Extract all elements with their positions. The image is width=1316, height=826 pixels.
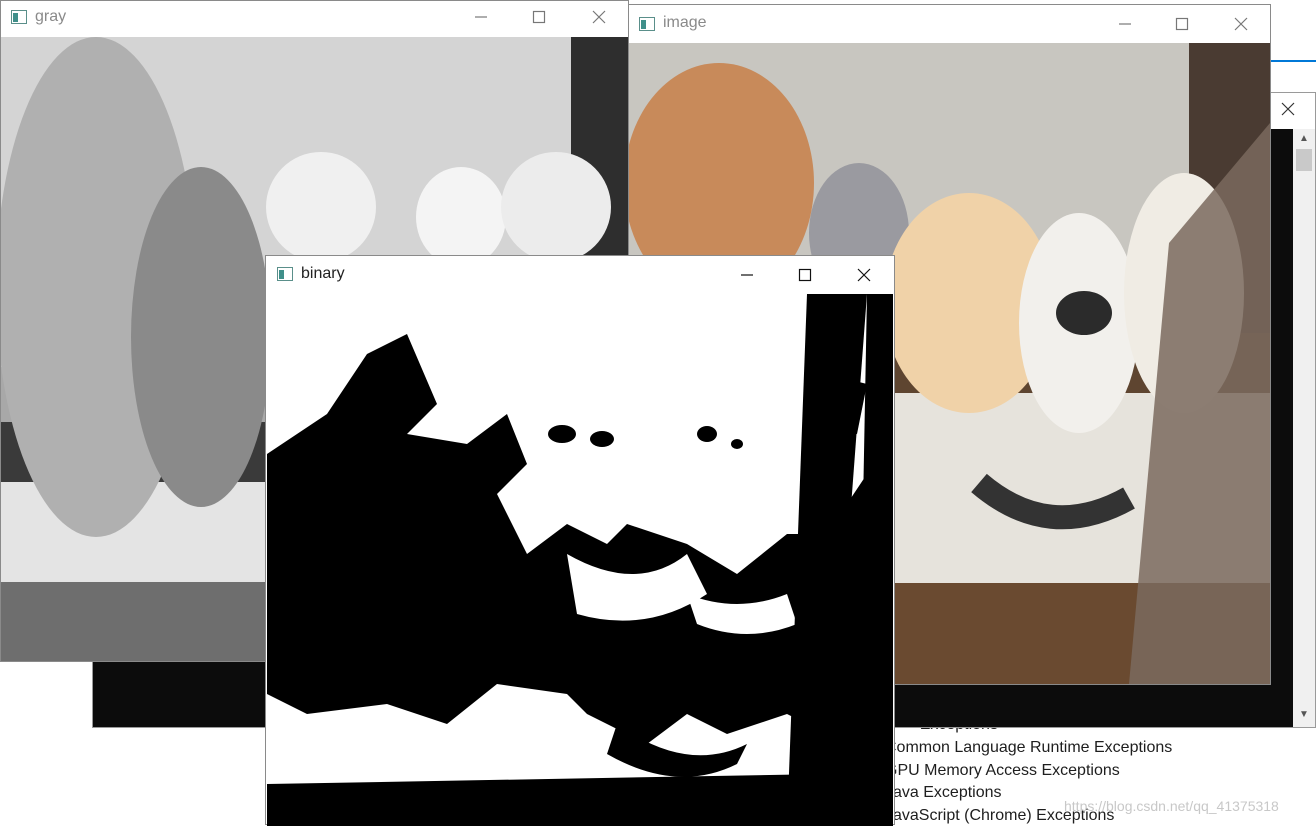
binary-window[interactable]: binary <box>265 255 895 826</box>
scroll-down-icon[interactable]: ▼ <box>1299 709 1309 720</box>
maximize-button[interactable] <box>527 5 551 29</box>
close-icon <box>857 268 871 282</box>
accent-line <box>1270 60 1316 62</box>
close-button[interactable] <box>587 5 611 29</box>
app-icon <box>277 267 293 281</box>
close-icon <box>592 10 606 24</box>
window-title: gray <box>35 8 67 25</box>
maximize-icon <box>798 268 812 282</box>
minimize-button[interactable] <box>469 5 493 29</box>
minimize-button[interactable] <box>1113 12 1137 36</box>
scroll-thumb[interactable] <box>1296 149 1312 171</box>
minimize-button[interactable] <box>735 263 759 287</box>
binary-image <box>267 294 893 826</box>
close-icon <box>1234 17 1248 31</box>
console-close-button[interactable] <box>1276 97 1300 121</box>
maximize-icon <box>532 10 546 24</box>
maximize-button[interactable] <box>1170 12 1194 36</box>
exception-item[interactable]: GPU Memory Access Exceptions <box>885 762 1120 780</box>
maximize-icon <box>1175 17 1189 31</box>
window-title: binary <box>301 265 345 282</box>
gray-window-titlebar[interactable]: gray <box>1 1 628 37</box>
window-title: image <box>663 14 707 31</box>
exception-item[interactable]: Java Exceptions <box>885 784 1002 802</box>
watermark: https://blog.csdn.net/qq_41375318 <box>1064 798 1279 814</box>
close-icon <box>1281 102 1295 116</box>
scroll-up-icon[interactable]: ▲ <box>1299 133 1309 144</box>
minimize-icon <box>1119 23 1131 25</box>
minimize-icon <box>475 16 487 18</box>
binary-window-titlebar[interactable]: binary <box>266 256 894 294</box>
close-button[interactable] <box>852 263 876 287</box>
cats-binary-photo <box>267 294 893 826</box>
minimize-icon <box>741 274 753 276</box>
exception-item[interactable]: Common Language Runtime Exceptions <box>885 739 1172 757</box>
image-window-titlebar[interactable]: image <box>629 5 1270 43</box>
close-button[interactable] <box>1229 12 1253 36</box>
console-scrollbar[interactable]: ▲ ▼ <box>1293 129 1315 727</box>
maximize-button[interactable] <box>793 263 817 287</box>
app-icon <box>639 17 655 31</box>
app-icon <box>11 10 27 24</box>
